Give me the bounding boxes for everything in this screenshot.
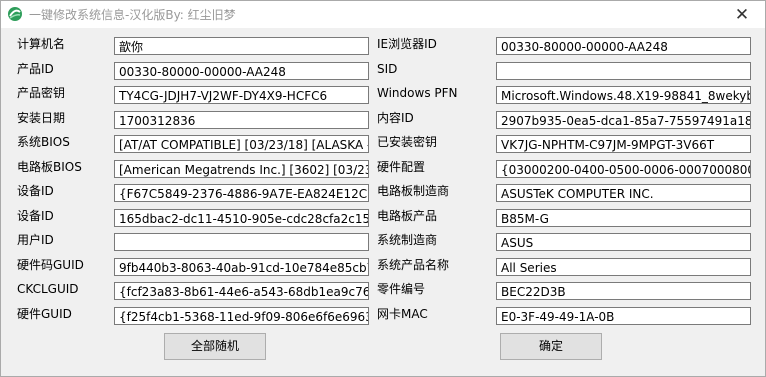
right-label-8: 系统制造商: [377, 233, 438, 247]
right-label-2: Windows PFN: [377, 86, 458, 100]
right-label-9: 系统产品名称: [377, 258, 450, 272]
right-label-6: 电路板制造商: [377, 184, 450, 198]
left-input-2[interactable]: TY4CG-JDJH7-VJ2WF-DY4X9-HCFC6: [114, 86, 369, 104]
left-label-6: 设备ID: [17, 184, 54, 198]
right-label-11: 网卡MAC: [377, 307, 428, 321]
left-input-0[interactable]: 歆你: [114, 37, 369, 55]
left-input-1[interactable]: 00330-80000-00000-AA248: [114, 62, 369, 80]
close-icon[interactable]: ✕: [719, 1, 765, 28]
right-label-5: 硬件配置: [377, 160, 426, 174]
right-label-10: 零件编号: [377, 282, 426, 296]
right-input-0[interactable]: 00330-80000-00000-AA248: [496, 37, 751, 55]
left-input-3[interactable]: 1700312836: [114, 111, 369, 129]
left-label-7: 设备ID: [17, 209, 54, 223]
right-label-4: 已安装密钥: [377, 135, 438, 149]
right-input-5[interactable]: {03000200-0400-0500-0006-000700080009}: [496, 160, 751, 178]
left-input-6[interactable]: {F67C5849-2376-4886-9A7E-EA824E12C8DC: [114, 184, 369, 202]
left-input-9[interactable]: 9fb440b3-8063-40ab-91cd-10e784e85cb7: [114, 258, 369, 276]
right-input-8[interactable]: ASUS: [496, 233, 751, 251]
main-window: 一键修改系统信息-汉化版By: 红尘旧梦 ✕ 计算机名 歆你产品ID 00330-8…: [0, 0, 766, 377]
left-input-7[interactable]: 165dbac2-dc11-4510-905e-cdc28cfa2c15: [114, 209, 369, 227]
right-label-1: SID: [377, 62, 398, 76]
left-label-2: 产品密钥: [17, 86, 66, 100]
right-input-4[interactable]: VK7JG-NPHTM-C97JM-9MPGT-3V66T: [496, 135, 751, 153]
right-label-7: 电路板产品: [377, 209, 438, 223]
left-label-4: 系统BIOS: [17, 135, 70, 149]
right-input-6[interactable]: ASUSTeK COMPUTER INC.: [496, 184, 751, 202]
left-label-1: 产品ID: [17, 62, 54, 76]
left-label-9: 硬件码GUID: [17, 258, 84, 272]
right-input-7[interactable]: B85M-G: [496, 209, 751, 227]
title-bar: 一键修改系统信息-汉化版By: 红尘旧梦 ✕: [1, 1, 765, 28]
left-label-10: CKCLGUID: [17, 282, 79, 296]
left-label-3: 安装日期: [17, 111, 66, 125]
left-input-11[interactable]: {f25f4cb1-5368-11ed-9f09-806e6f6e6963}: [114, 307, 369, 325]
right-input-9[interactable]: All Series: [496, 258, 751, 276]
left-label-5: 电路板BIOS: [17, 160, 82, 174]
right-input-10[interactable]: BEC22D3B: [496, 282, 751, 300]
app-logo-icon: [7, 6, 23, 22]
right-input-2[interactable]: Microsoft.Windows.48.X19-98841_8wekyb3d: [496, 86, 751, 104]
right-input-3[interactable]: 2907b935-0ea5-dca1-85a7-75597491a18b: [496, 111, 751, 129]
left-label-11: 硬件GUID: [17, 307, 72, 321]
window-title: 一键修改系统信息-汉化版By: 红尘旧梦: [29, 8, 236, 22]
right-label-0: IE浏览器ID: [377, 37, 437, 51]
confirm-button[interactable]: 确定: [500, 333, 602, 360]
left-input-5[interactable]: [American Megatrends Inc.] [3602] [03/23…: [114, 160, 369, 178]
left-input-10[interactable]: {fcf23a83-8b61-44e6-a543-68db1ea9c76e}: [114, 282, 369, 300]
right-label-3: 内容ID: [377, 111, 414, 125]
right-input-1[interactable]: [496, 62, 751, 80]
randomize-all-button[interactable]: 全部随机: [164, 333, 266, 360]
left-label-8: 用户ID: [17, 233, 54, 247]
left-input-8[interactable]: [114, 233, 369, 251]
left-input-4[interactable]: [AT/AT COMPATIBLE] [03/23/18] [ALASKA -: [114, 135, 369, 153]
left-label-0: 计算机名: [17, 37, 66, 51]
right-input-11[interactable]: E0-3F-49-49-1A-0B: [496, 307, 751, 325]
